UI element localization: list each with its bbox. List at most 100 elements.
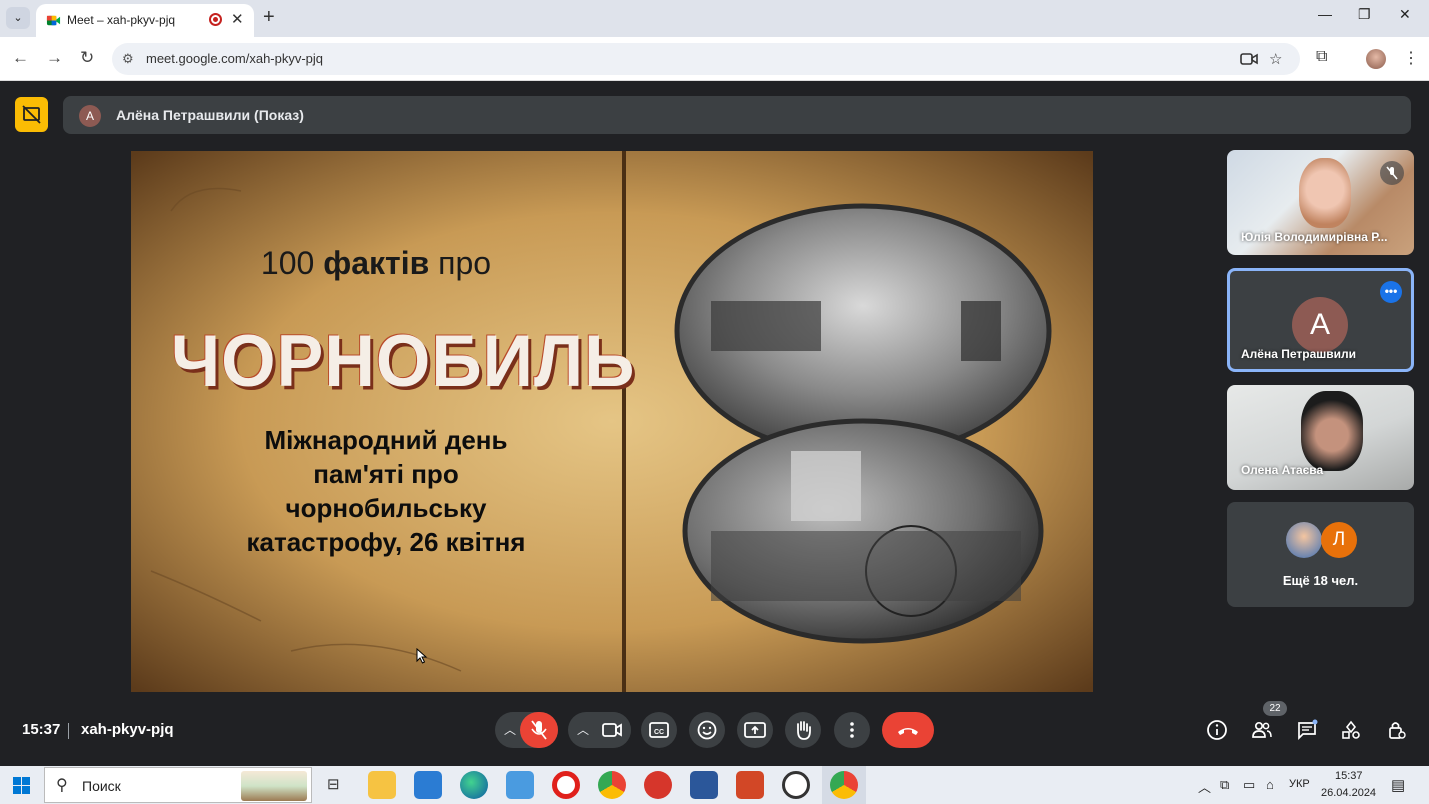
camera-in-use-icon[interactable]: [1240, 52, 1258, 66]
slide-title: ЧОРНОБИЛЬ: [171, 320, 636, 402]
meet-favicon-icon: [46, 15, 61, 26]
file-explorer-icon[interactable]: [368, 771, 396, 799]
windows-taskbar: ⚲ Поиск ⊟ ︿ ⧉ ▭ ⌂ УКР 15:37 26.04.2024 ▤: [0, 766, 1429, 804]
more-options-button[interactable]: [834, 712, 870, 748]
browser-tabbar: ⌄ Meet – xah-pkyv-pjq ✕ + — ❐ ✕: [0, 0, 1429, 37]
new-tab-button[interactable]: +: [263, 6, 275, 29]
presentation-slide: 100 фактів про ЧОРНОБИЛЬ Міжнародний ден…: [131, 151, 1093, 692]
camera-toggle-button[interactable]: [593, 712, 631, 748]
camera-control-group: ︿: [568, 712, 631, 748]
slide-heading: 100 фактів про: [260, 245, 492, 281]
reload-icon[interactable]: ↻: [80, 48, 94, 68]
browser-menu-icon[interactable]: ⋮: [1403, 48, 1419, 68]
participant-tile[interactable]: Юлія Володимирівна Р...: [1227, 150, 1414, 255]
video-options-chevron-icon[interactable]: ︿: [577, 721, 589, 738]
omnibox[interactable]: ⚙ meet.google.com/xah-pkyv-pjq ☆: [112, 43, 1300, 75]
network-icon[interactable]: ⌂: [1266, 777, 1274, 792]
media-player-icon[interactable]: [782, 771, 810, 799]
chat-icon[interactable]: [1296, 719, 1318, 741]
activities-icon[interactable]: [1340, 719, 1362, 741]
slide-subtitle: Міжнародний день пам'яті про чорнобильсь…: [246, 425, 526, 557]
raise-hand-button[interactable]: [785, 712, 821, 748]
bookmark-star-icon[interactable]: ☆: [1269, 50, 1282, 68]
presentation-toggle-button[interactable]: [15, 97, 48, 132]
minimize-icon[interactable]: —: [1318, 6, 1332, 22]
participant-tile[interactable]: Олена Атаєва: [1227, 385, 1414, 490]
tab-close-icon[interactable]: ✕: [231, 10, 244, 28]
more-participants-label: Ещё 18 чел.: [1282, 573, 1359, 588]
recording-indicator-icon: [209, 13, 222, 26]
tray-device-icon[interactable]: ⧉: [1220, 777, 1229, 793]
windows-start-icon[interactable]: [13, 777, 30, 794]
battery-icon[interactable]: ▭: [1243, 777, 1255, 793]
speaking-indicator-icon: •••: [1380, 281, 1402, 303]
chrome-icon[interactable]: [598, 771, 626, 799]
svg-text:CC: CC: [654, 729, 664, 736]
participant-video: [1299, 158, 1351, 228]
presenter-label: Алёна Петрашвили (Показ): [116, 107, 304, 123]
word-icon[interactable]: [690, 771, 718, 799]
audio-options-chevron-icon[interactable]: ︿: [504, 721, 516, 738]
captions-button[interactable]: CC: [641, 712, 677, 748]
emoji-reaction-button[interactable]: [689, 712, 725, 748]
people-icon[interactable]: [1251, 719, 1273, 741]
window-close-icon[interactable]: ✕: [1399, 6, 1411, 23]
mouse-cursor-icon: [416, 648, 428, 664]
app-icon[interactable]: [506, 771, 534, 799]
taskbar-search-placeholder: Поиск: [82, 778, 121, 794]
search-highlight-image: [241, 771, 307, 801]
participant-mini-avatar: [1286, 522, 1322, 558]
clock-date[interactable]: 26.04.2024: [1321, 787, 1376, 799]
tray-chevron-icon[interactable]: ︿: [1198, 777, 1211, 796]
emoji-icon: [697, 720, 717, 740]
notifications-icon[interactable]: ▤: [1391, 776, 1405, 794]
address-toolbar: ← → ↻ ⚙ meet.google.com/xah-pkyv-pjq ☆ ⧉…: [0, 37, 1429, 81]
participant-avatar: A: [1292, 297, 1348, 353]
muted-mic-icon: [1380, 161, 1404, 185]
participant-name: Алёна Петрашвили: [1241, 347, 1356, 361]
browser-tab-meet[interactable]: Meet – xah-pkyv-pjq ✕: [36, 4, 254, 37]
forward-icon[interactable]: →: [46, 48, 63, 68]
leave-call-button[interactable]: [882, 712, 934, 748]
taskbar-active-app[interactable]: [822, 766, 866, 804]
profile-avatar[interactable]: [1366, 49, 1386, 69]
meeting-code[interactable]: xah-pkyv-pjq: [81, 721, 174, 738]
captions-icon: CC: [649, 722, 669, 738]
present-screen-icon: [744, 722, 766, 738]
participant-mini-avatar: Л: [1321, 522, 1357, 558]
host-controls-lock-icon[interactable]: [1385, 719, 1407, 741]
participant-name: Юлія Володимирівна Р...: [1241, 230, 1388, 244]
app-red-icon[interactable]: [644, 771, 672, 799]
more-participants-tile[interactable]: Л Ещё 18 чел.: [1227, 502, 1414, 607]
edge-icon[interactable]: [460, 771, 488, 799]
store-icon[interactable]: [414, 771, 442, 799]
presenter-bar: А Алёна Петрашвили (Показ): [63, 96, 1411, 134]
extensions-icon[interactable]: ⧉: [1316, 48, 1327, 66]
meet-stage: А Алёна Петрашвили (Показ) 100 фактів пр…: [0, 81, 1429, 766]
maximize-icon[interactable]: ❐: [1358, 6, 1371, 23]
camera-icon: [602, 723, 622, 737]
input-language[interactable]: УКР: [1289, 778, 1310, 790]
opera-icon[interactable]: [552, 771, 580, 799]
participant-name: Олена Атаєва: [1241, 463, 1324, 477]
participant-tile-active[interactable]: A ••• Алёна Петрашвили: [1227, 268, 1414, 372]
present-off-icon: [22, 105, 41, 124]
present-screen-button[interactable]: [737, 712, 773, 748]
tab-search-button[interactable]: ⌄: [6, 7, 30, 29]
taskbar-search-box[interactable]: ⚲ Поиск: [44, 767, 312, 803]
mic-off-icon: [531, 720, 547, 740]
back-icon[interactable]: ←: [12, 48, 29, 68]
participant-video: [1301, 391, 1363, 471]
url-text[interactable]: meet.google.com/xah-pkyv-pjq: [146, 51, 323, 66]
meeting-info-icon[interactable]: [1206, 719, 1228, 741]
raise-hand-icon: [797, 721, 811, 740]
powerpoint-icon[interactable]: [736, 771, 764, 799]
task-view-icon[interactable]: ⊟: [327, 775, 340, 793]
clock-time[interactable]: 15:37: [1335, 770, 1363, 782]
slide-canvas: [131, 151, 1093, 692]
mic-toggle-button[interactable]: [520, 712, 558, 748]
end-call-icon: [898, 728, 918, 735]
site-info-icon[interactable]: ⚙: [122, 51, 134, 67]
chrome-active-icon: [830, 771, 858, 799]
participants-count-badge: 22: [1263, 701, 1287, 716]
